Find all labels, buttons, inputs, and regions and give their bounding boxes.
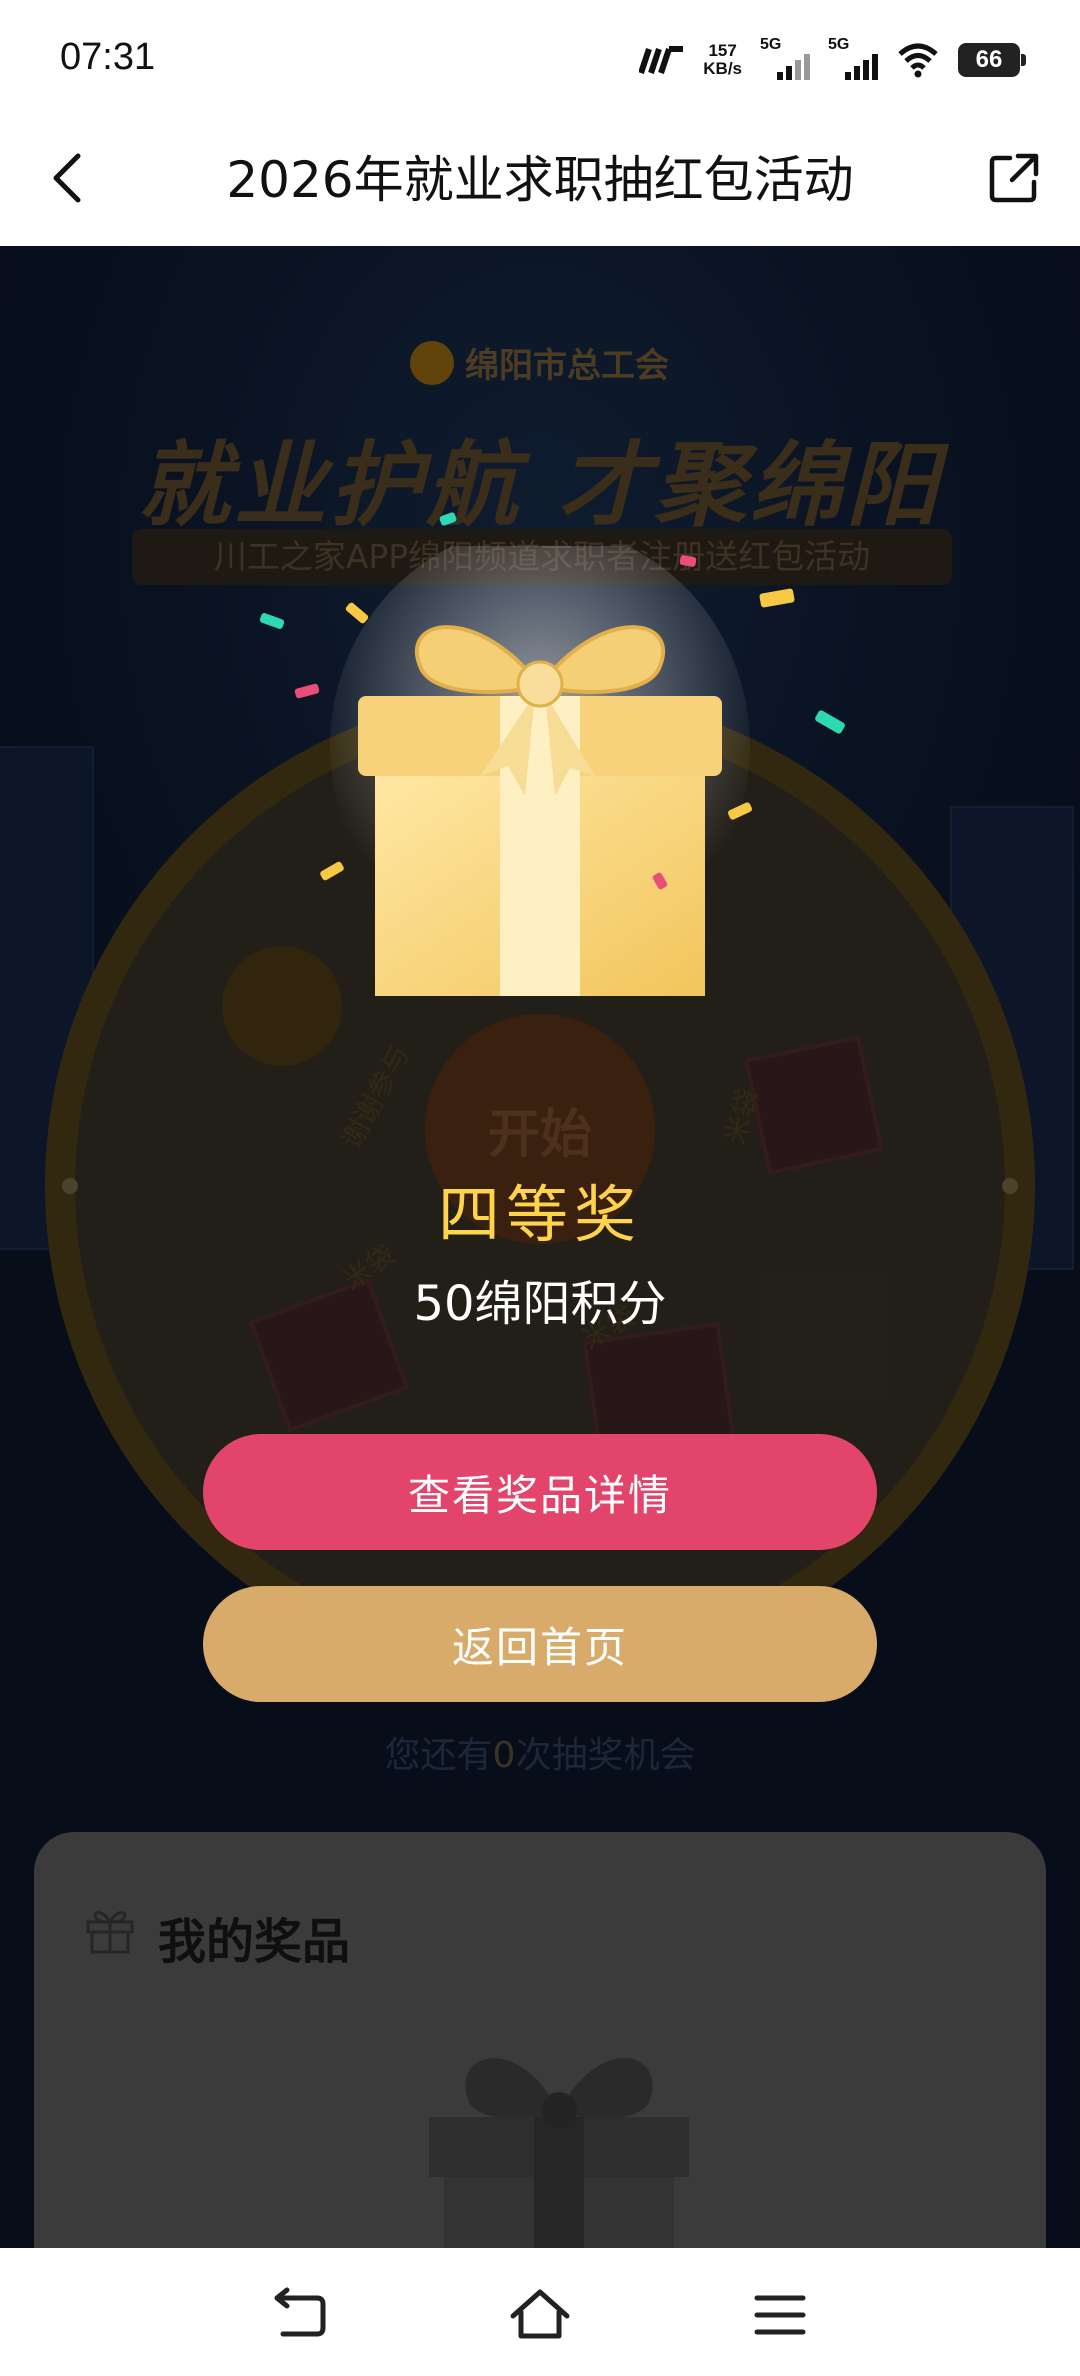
share-icon[interactable]	[984, 148, 1044, 208]
my-prizes-card: 我的奖品	[34, 1832, 1046, 2248]
sim2-label: 5G	[828, 36, 850, 53]
empty-gift-illustration	[429, 2058, 689, 2248]
chances-suffix: 次抽奖机会	[515, 1735, 696, 1776]
page-title: 2026年就业求职抽红包活动	[226, 151, 854, 209]
network-speed: 157 KB/s	[703, 42, 742, 78]
brand-glyph-icon	[639, 46, 684, 74]
remaining-chances: 您还有0次抽奖机会	[0, 1726, 1080, 1778]
view-prize-details-button[interactable]: 查看奖品详情	[203, 1434, 877, 1550]
gift-box-icon	[330, 546, 750, 996]
chances-prefix: 您还有	[384, 1735, 493, 1776]
network-speed-value: 157	[708, 41, 737, 60]
activity-page: 绵阳市总工会 就业护航 才聚绵阳 川工之家APP绵阳频道求职者注册送红包活动 谢…	[0, 246, 1080, 2248]
battery-indicator: 66	[958, 43, 1026, 77]
signal-bars-icon	[777, 54, 810, 80]
sim1-signal: 5G	[760, 36, 810, 84]
back-arrow-icon[interactable]	[40, 148, 100, 208]
my-prizes-title: 我的奖品	[158, 1914, 351, 1970]
system-back-icon[interactable]	[265, 2280, 335, 2350]
status-time: 07:31	[60, 36, 156, 78]
sim1-label: 5G	[760, 36, 782, 53]
system-navigation-bar	[0, 2248, 1080, 2376]
gift-icon	[86, 1911, 134, 1954]
system-home-icon[interactable]	[505, 2280, 575, 2350]
prize-name: 50绵阳积分	[413, 1276, 667, 1332]
wifi-icon	[898, 43, 938, 78]
chances-count: 0	[492, 1735, 516, 1776]
nav-bar: 2026年就业求职抽红包活动	[0, 118, 1080, 246]
network-speed-unit: KB/s	[703, 59, 742, 78]
system-menu-icon[interactable]	[745, 2280, 815, 2350]
signal-bars-icon	[845, 54, 878, 80]
status-icons: 157 KB/s 5G 5G 66	[639, 30, 1026, 90]
return-home-button[interactable]: 返回首页	[203, 1586, 877, 1702]
status-bar: 07:31 157 KB/s 5G 5G 66	[0, 0, 1080, 118]
sim2-signal: 5G	[828, 36, 878, 84]
prize-level: 四等奖	[437, 1178, 642, 1251]
